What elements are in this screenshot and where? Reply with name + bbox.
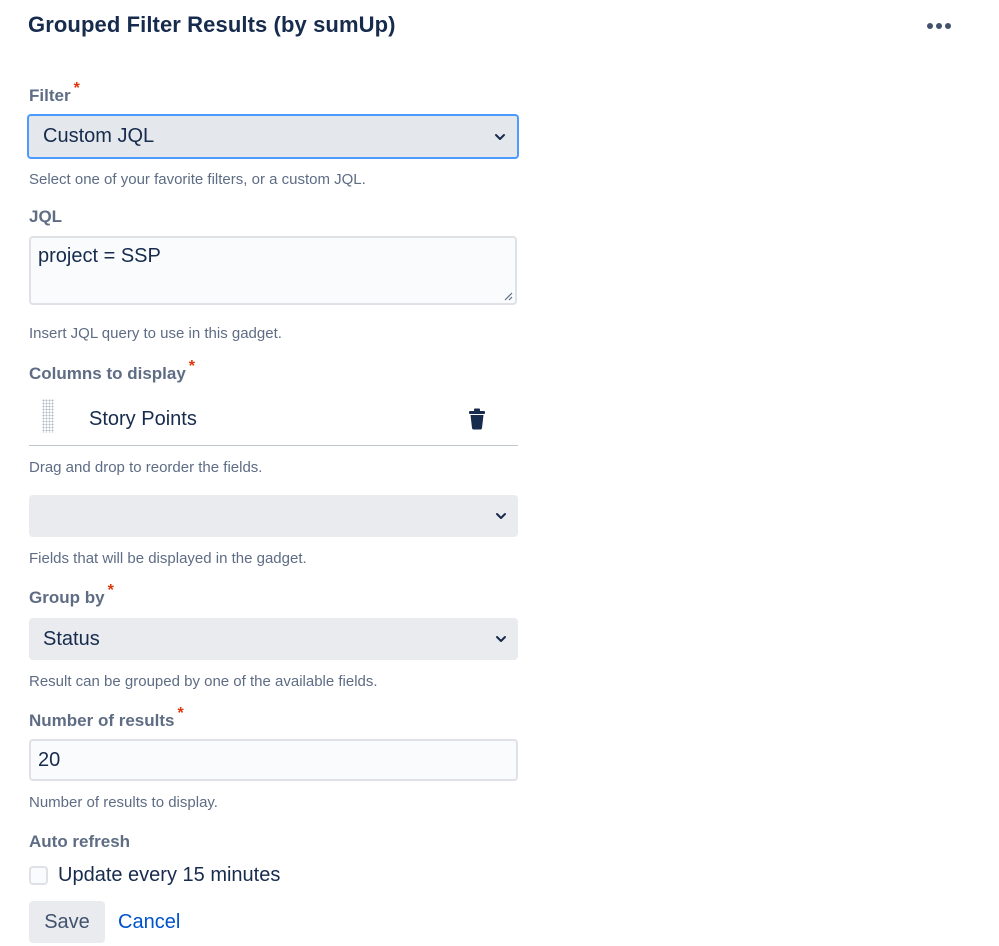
num-results-help: Number of results to display. xyxy=(29,794,218,811)
group-by-label: Group by * xyxy=(29,582,114,607)
cancel-button[interactable]: Cancel xyxy=(118,901,180,943)
add-column-select[interactable] xyxy=(29,495,518,537)
required-marker: * xyxy=(188,358,196,375)
group-by-value: Status xyxy=(43,627,100,650)
filter-select[interactable]: Custom JQL xyxy=(27,114,519,159)
auto-refresh-checkbox[interactable] xyxy=(29,865,48,885)
required-marker: * xyxy=(73,80,80,97)
gadget-title: Grouped Filter Results (by sumUp) xyxy=(28,12,396,37)
chevron-down-icon xyxy=(496,513,506,519)
columns-reorder-help: Drag and drop to reorder the fields. xyxy=(29,459,263,476)
columns-label: Columns to display * xyxy=(29,358,196,383)
auto-refresh-option[interactable]: Update every 15 minutes xyxy=(29,862,280,888)
group-by-select[interactable]: Status xyxy=(29,618,518,660)
column-item-name: Story Points xyxy=(89,408,197,430)
filter-select-value: Custom JQL xyxy=(43,125,155,147)
chevron-down-icon xyxy=(496,636,506,642)
more-options-icon[interactable] xyxy=(922,14,956,38)
jql-help: Insert JQL query to use in this gadget. xyxy=(29,325,282,342)
jql-label: JQL xyxy=(29,207,63,226)
save-button[interactable]: Save xyxy=(29,901,105,943)
drag-handle-icon[interactable] xyxy=(42,399,54,433)
jql-value: project = SSP xyxy=(38,245,161,267)
num-results-value: 20 xyxy=(38,748,61,771)
auto-refresh-label: Auto refresh xyxy=(29,832,131,851)
resize-grip-icon[interactable] xyxy=(502,290,513,301)
trash-icon[interactable] xyxy=(467,408,487,430)
num-results-input[interactable]: 20 xyxy=(29,739,518,781)
auto-refresh-checkbox-label[interactable]: Update every 15 minutes xyxy=(58,864,280,887)
column-item[interactable]: Story Points xyxy=(29,394,518,446)
gadget-config-page: Grouped Filter Results (by sumUp) Filter… xyxy=(0,0,999,946)
columns-help: Fields that will be displayed in the gad… xyxy=(29,550,307,567)
num-results-label: Number of results * xyxy=(29,705,184,730)
jql-textarea[interactable]: project = SSP xyxy=(29,236,517,305)
filter-help: Select one of your favorite filters, or … xyxy=(29,171,366,188)
chevron-down-icon xyxy=(495,133,505,140)
required-marker: * xyxy=(107,582,114,599)
required-marker: * xyxy=(177,705,184,722)
group-by-help: Result can be grouped by one of the avai… xyxy=(29,673,378,690)
filter-label: Filter * xyxy=(29,80,80,105)
